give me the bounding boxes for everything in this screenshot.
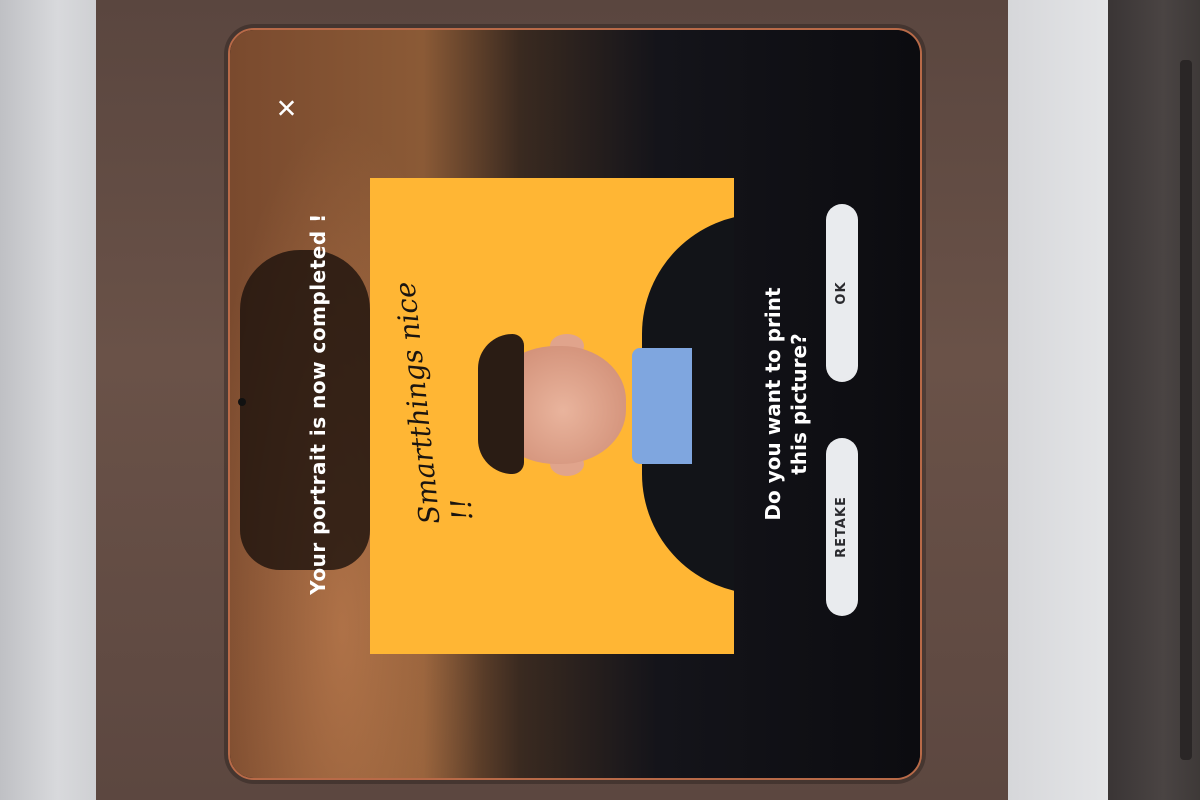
portrait-hair bbox=[478, 334, 524, 474]
ok-button[interactable]: OK bbox=[826, 204, 858, 382]
portrait-image: Smartthings nice !! bbox=[370, 178, 734, 654]
handwritten-caption: Smartthings nice !! bbox=[388, 280, 480, 526]
portrait-collar bbox=[632, 348, 692, 464]
tablet-device: ✕ Your portrait is now completed ! Smart… bbox=[228, 28, 922, 780]
portrait-dialog: ✕ Your portrait is now completed ! Smart… bbox=[230, 30, 920, 778]
print-question-line1: Do you want to print bbox=[761, 287, 785, 521]
page-title: Your portrait is now completed ! bbox=[306, 213, 330, 595]
kiosk-stand-edge bbox=[1180, 60, 1192, 760]
retake-button[interactable]: RETAKE bbox=[826, 438, 858, 616]
print-question-line2: this picture? bbox=[787, 333, 811, 475]
print-question: Do you want to print this picture? bbox=[760, 30, 812, 778]
tablet-screen: ✕ Your portrait is now completed ! Smart… bbox=[230, 30, 920, 778]
close-icon[interactable]: ✕ bbox=[273, 94, 303, 122]
wall-right-background bbox=[1008, 0, 1108, 800]
wall-left-background bbox=[0, 0, 96, 800]
